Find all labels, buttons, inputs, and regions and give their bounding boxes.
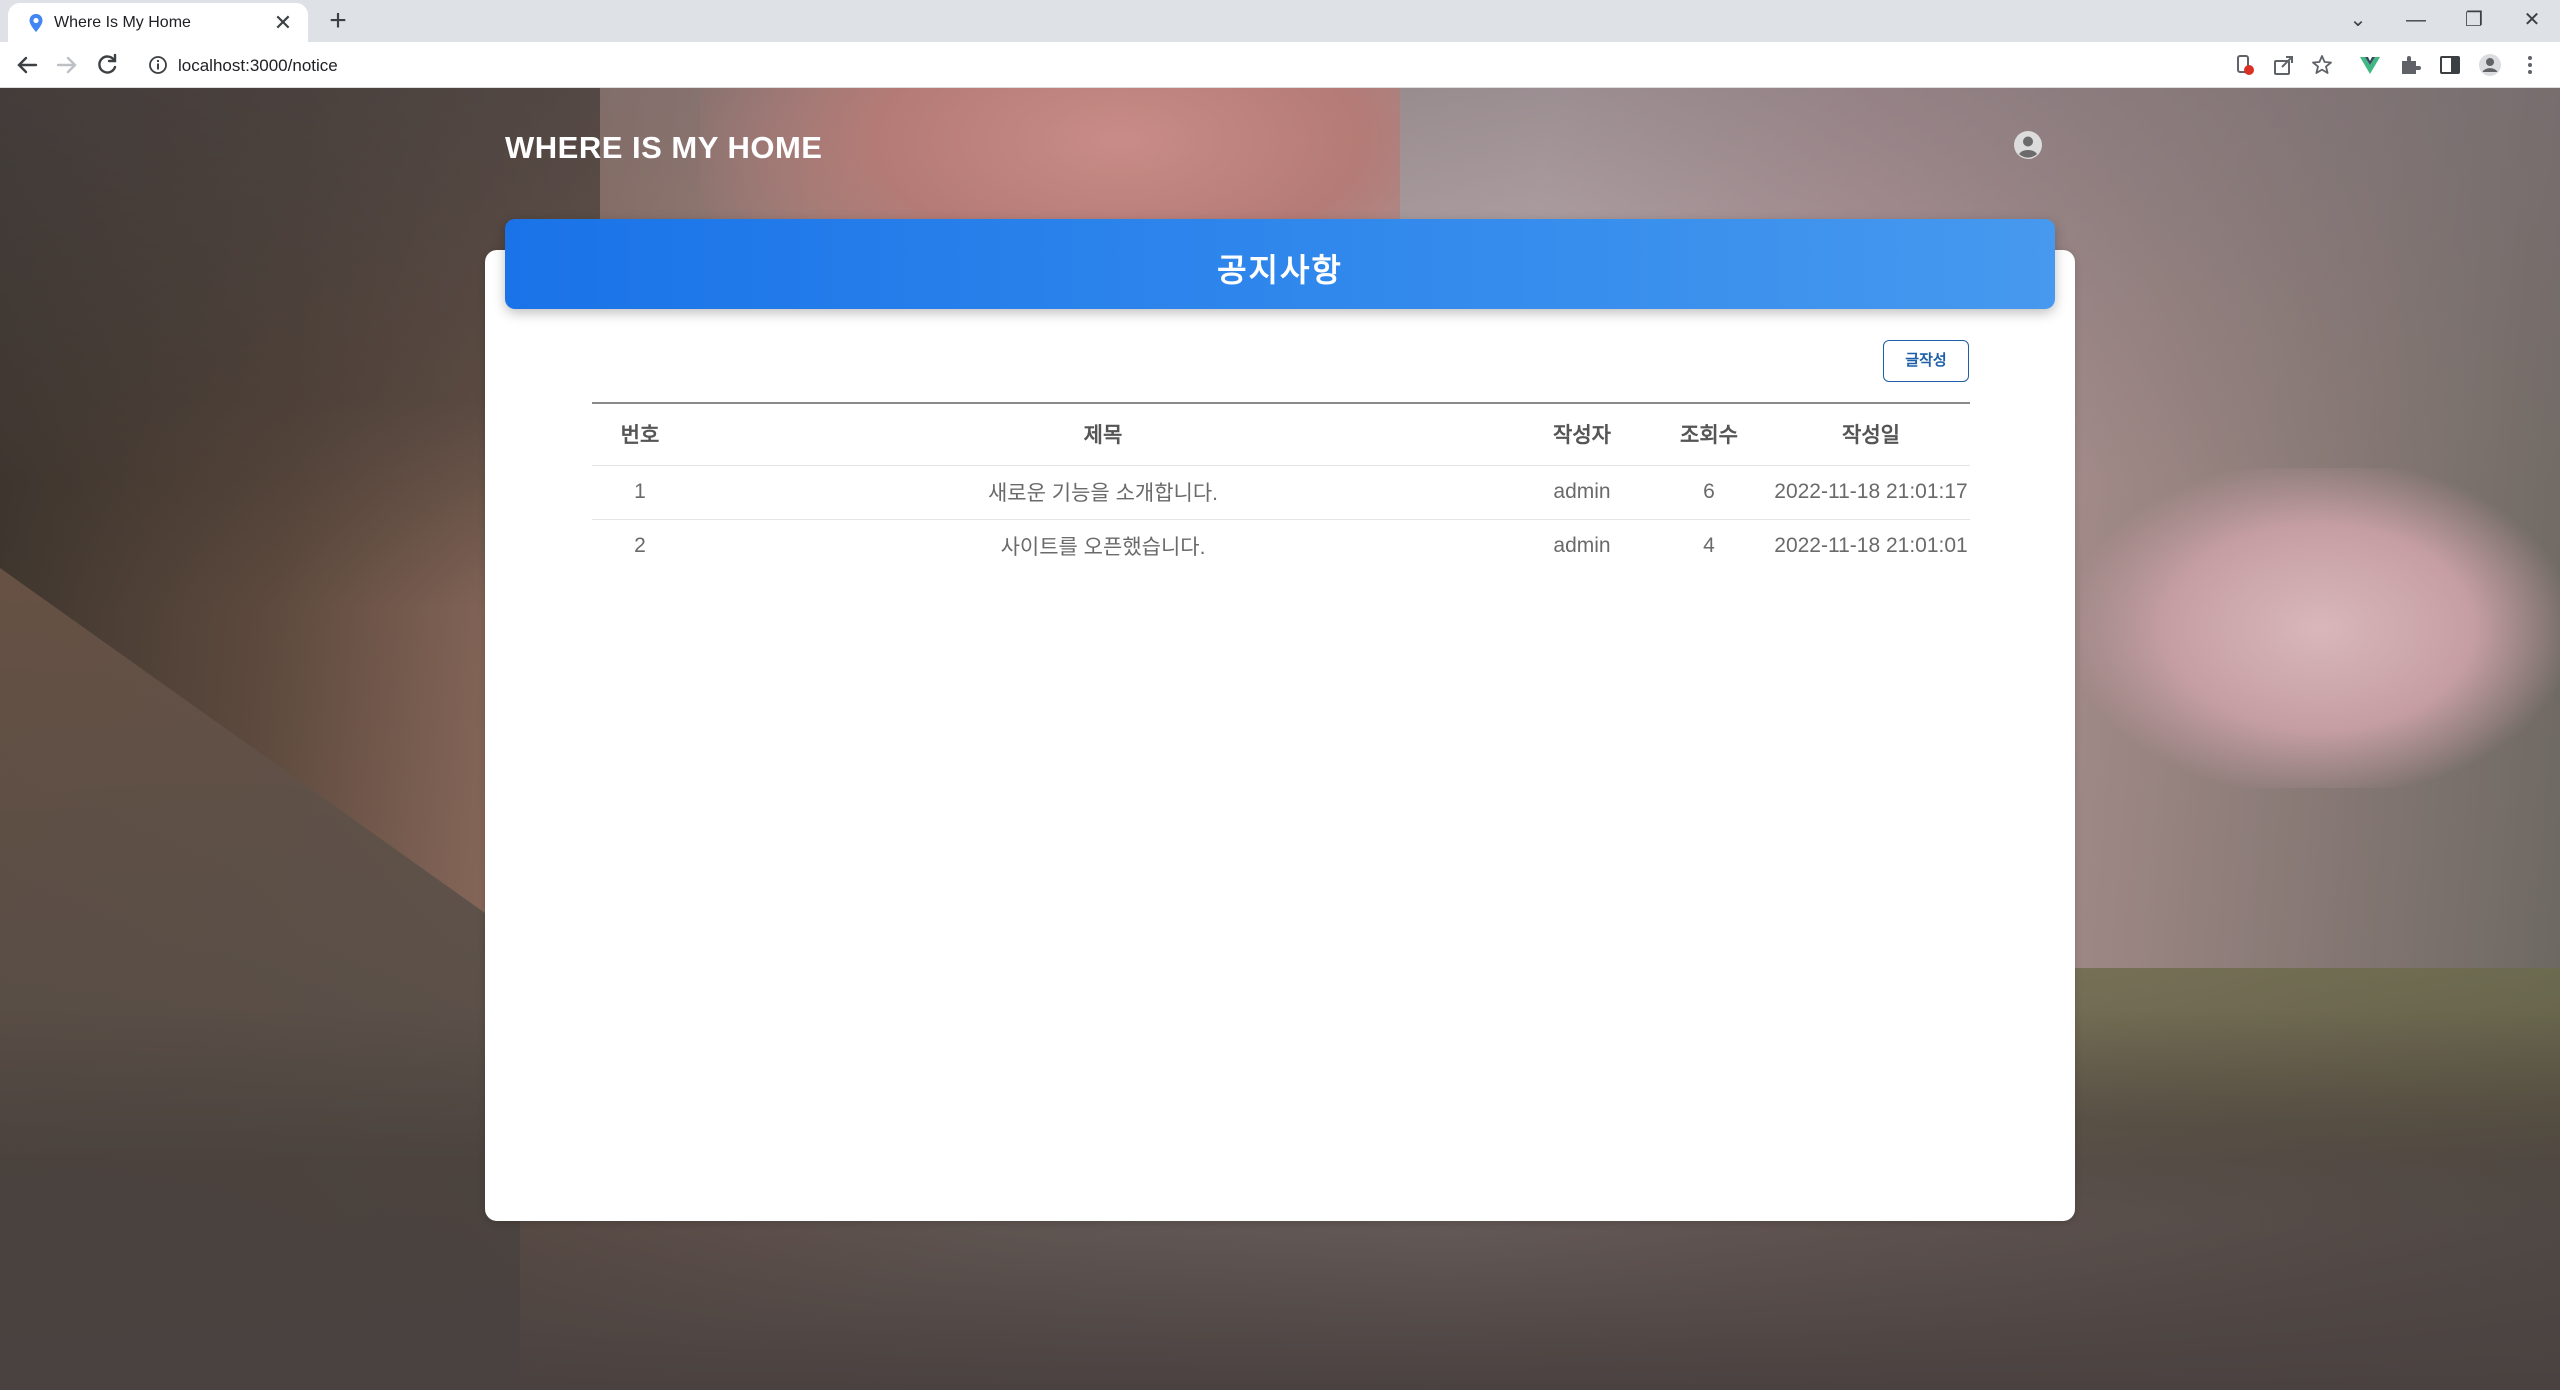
- table-row[interactable]: 2 사이트를 오픈했습니다. admin 4 2022-11-18 21:01:…: [592, 519, 1970, 573]
- user-circle-icon[interactable]: [2013, 130, 2043, 160]
- row-title-link[interactable]: 새로운 기능을 소개합니다.: [688, 465, 1518, 520]
- column-header-hits: 조회수: [1646, 403, 1772, 466]
- bookmark-star-icon[interactable]: [2310, 53, 2334, 77]
- browser-tab[interactable]: Where Is My Home ✕: [8, 3, 308, 42]
- row-hits: 4: [1703, 534, 1715, 558]
- tab-search-icon[interactable]: ⌄: [2330, 0, 2386, 42]
- notice-card-header: 공지사항: [505, 219, 2055, 309]
- row-author: admin: [1553, 534, 1611, 558]
- row-hits: 6: [1646, 465, 1772, 520]
- back-arrow-icon[interactable]: [10, 48, 44, 82]
- address-bar[interactable]: localhost:3000/notice: [138, 47, 2198, 83]
- row-date: 2022-11-18 21:01:01: [1774, 534, 1968, 558]
- kebab-menu-icon[interactable]: [2518, 53, 2542, 77]
- tab-title: Where Is My Home: [54, 14, 191, 31]
- column-header-no: 번호: [592, 403, 688, 466]
- share-icon[interactable]: [2272, 53, 2296, 77]
- page-viewport: WHERE IS MY HOME 공지사항 글작성 번호 제목 작성자 조회수 …: [0, 88, 2560, 1390]
- map-pin-icon: [29, 14, 43, 32]
- close-tab-icon[interactable]: ✕: [272, 12, 294, 34]
- extensions-puzzle-icon[interactable]: [2398, 53, 2422, 77]
- reload-icon[interactable]: [90, 48, 124, 82]
- blocked-icon[interactable]: [2232, 53, 2256, 77]
- site-logo-title[interactable]: WHERE IS MY HOME: [505, 130, 822, 166]
- row-title-link[interactable]: 사이트를 오픈했습니다.: [688, 519, 1518, 573]
- vue-devtools-icon[interactable]: [2358, 53, 2382, 77]
- restore-button[interactable]: ❐: [2446, 0, 2502, 42]
- minimize-button[interactable]: —: [2388, 0, 2444, 42]
- column-header-title: 제목: [688, 403, 1518, 466]
- row-no: 2: [634, 534, 646, 558]
- side-panel-icon[interactable]: [2438, 53, 2462, 77]
- background-blossom-right: [2080, 468, 2560, 788]
- profile-avatar-icon[interactable]: [2478, 53, 2502, 77]
- browser-tabstrip: Where Is My Home ✕ + ⌄ — ❐ ✕: [0, 0, 2560, 42]
- column-header-date: 작성일: [1772, 403, 1970, 466]
- table-header-row: 번호 제목 작성자 조회수 작성일: [592, 403, 1970, 466]
- column-header-author: 작성자: [1518, 403, 1646, 466]
- table-row[interactable]: 1 새로운 기능을 소개합니다. admin 6 2022-11-18 21:0…: [592, 465, 1970, 520]
- forward-arrow-icon[interactable]: [50, 48, 84, 82]
- browser-toolbar: localhost:3000/notice: [0, 42, 2560, 88]
- row-date: 2022-11-18 21:01:17: [1772, 465, 1970, 520]
- notice-card: [485, 250, 2075, 1221]
- info-icon[interactable]: [148, 55, 168, 75]
- page-title: 공지사항: [1217, 252, 1343, 288]
- new-tab-button[interactable]: +: [322, 6, 354, 38]
- close-window-button[interactable]: ✕: [2504, 0, 2560, 42]
- notice-table: 번호 제목 작성자 조회수 작성일 1 새로운 기능을 소개합니다. admin…: [592, 402, 1970, 573]
- row-no: 1: [592, 465, 688, 520]
- url-text[interactable]: localhost:3000/notice: [178, 56, 338, 76]
- write-post-button[interactable]: 글작성: [1883, 340, 1969, 382]
- row-author: admin: [1518, 465, 1646, 520]
